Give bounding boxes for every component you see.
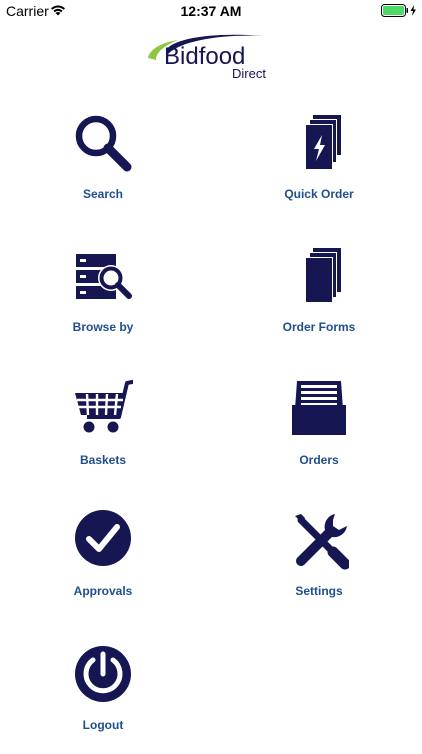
baskets-label: Baskets [79,453,127,467]
settings-label: Settings [295,584,343,598]
documents-stack-icon [305,248,341,303]
battery-charging-icon [381,4,416,17]
clock: 12:37 AM [180,3,242,19]
shopping-cart-icon [75,379,133,433]
inbox-tray-icon [292,381,346,435]
search-button[interactable]: Search [28,113,178,223]
quick-order-button[interactable]: Quick Order [244,113,394,223]
browse-server-search-icon [76,254,132,299]
settings-button[interactable]: Settings [244,510,394,620]
bidfood-direct-logo: Bidfood Direct [148,34,266,81]
search-icon [75,115,132,172]
browse-by-button[interactable]: Browse by [28,246,178,356]
logout-label: Logout [82,718,124,732]
baskets-button[interactable]: Baskets [28,379,178,489]
logo-sub-text: Direct [232,66,266,81]
power-icon [75,646,131,702]
tools-icon [295,514,349,570]
approvals-button[interactable]: Approvals [28,510,178,620]
status-bar: Carrier 12:37 AM [0,0,422,22]
orders-label: Orders [299,453,339,467]
browse-by-label: Browse by [72,320,134,334]
search-label: Search [82,187,124,201]
order-forms-button[interactable]: Order Forms [244,246,394,356]
checkmark-circle-icon [75,510,131,566]
lightning-documents-icon [305,115,341,170]
logout-button[interactable]: Logout [28,644,178,754]
orders-button[interactable]: Orders [244,379,394,489]
approvals-label: Approvals [73,584,133,598]
quick-order-label: Quick Order [284,187,354,201]
order-forms-label: Order Forms [282,320,356,334]
